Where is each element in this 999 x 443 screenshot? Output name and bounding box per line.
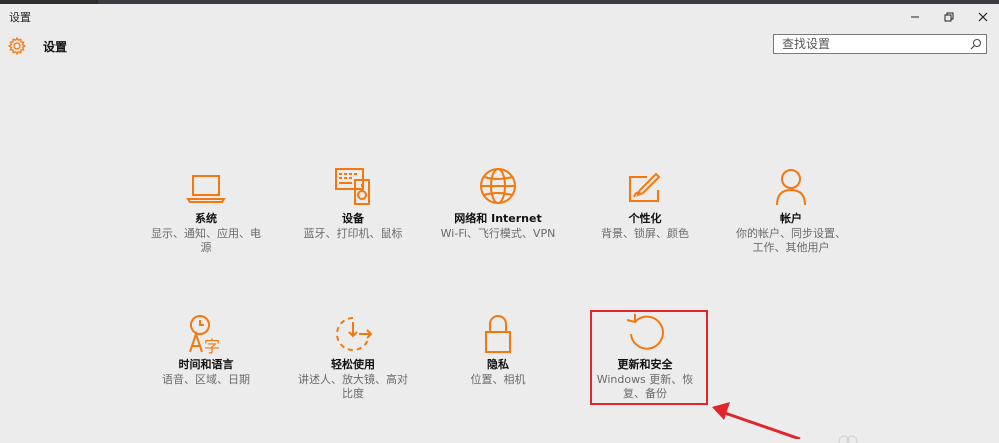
close-icon [978, 12, 988, 22]
tile-name: 轻松使用 [331, 358, 375, 371]
tile-privacy[interactable]: 隐私 位置、相机 [434, 312, 562, 387]
laptop-icon [186, 175, 226, 203]
watermark-icon [838, 435, 858, 443]
person-icon [776, 169, 806, 206]
tile-update-security[interactable]: 更新和安全 Windows 更新、恢复、备份 [581, 312, 709, 401]
page-title: 设置 [43, 40, 68, 54]
lock-icon [485, 315, 511, 353]
tile-name: 系统 [195, 212, 217, 225]
tile-personalization[interactable]: 个性化 背景、锁屏、颜色 [581, 166, 709, 241]
tile-description: 背景、锁屏、颜色 [601, 227, 689, 240]
ease-of-access-icon [336, 317, 373, 351]
tile-name: 个性化 [628, 212, 662, 225]
tile-description: 位置、相机 [470, 373, 526, 386]
tile-name: 时间和语言 [178, 358, 234, 371]
tile-accounts[interactable]: 帐户 你的帐户、同步设置、工作、其他用户 [727, 166, 855, 255]
tile-name: 隐私 [487, 358, 509, 371]
tile-description: 你的帐户、同步设置、工作、其他用户 [736, 227, 846, 254]
tile-ease-of-access[interactable]: 轻松使用 讲述人、放大镜、高对比度 [289, 312, 417, 401]
gear-icon [7, 36, 27, 56]
tile-description: 语音、区域、日期 [162, 373, 250, 386]
tile-name: 设备 [342, 212, 364, 225]
tile-description: Windows 更新、恢复、备份 [596, 373, 694, 400]
svg-text:字: 字 [204, 337, 220, 356]
search-icon[interactable] [970, 38, 982, 50]
tile-name: 更新和安全 [617, 358, 673, 371]
title-bar: 设置 [0, 4, 999, 28]
tile-description: 讲述人、放大镜、高对比度 [298, 373, 408, 400]
restore-icon [944, 12, 954, 22]
tile-description: Wi-Fi、飞行模式、VPN [440, 227, 556, 240]
minimize-icon [911, 16, 919, 18]
search-box[interactable] [773, 34, 987, 54]
search-input[interactable] [774, 35, 968, 53]
tile-network[interactable]: 网络和 Internet Wi-Fi、飞行模式、VPN [434, 166, 562, 241]
update-icon [626, 314, 664, 350]
tile-system[interactable]: 系统 显示、通知、应用、电源 [142, 166, 270, 255]
tile-devices[interactable]: 设备 蓝牙、打印机、鼠标 [289, 166, 417, 241]
tile-description: 显示、通知、应用、电源 [151, 227, 261, 254]
close-button[interactable] [966, 7, 999, 27]
tile-description: 蓝牙、打印机、鼠标 [303, 227, 403, 240]
maximize-button[interactable] [932, 7, 966, 27]
globe-icon [480, 168, 516, 204]
paint-icon [629, 172, 661, 202]
window-title: 设置 [9, 11, 31, 24]
devices-icon [335, 168, 370, 205]
tile-time-language[interactable]: 字 时间和语言 语音、区域、日期 [142, 312, 270, 387]
time-language-icon: 字 [189, 315, 220, 356]
minimize-button[interactable] [898, 7, 932, 27]
tile-name: 网络和 Internet [454, 212, 542, 225]
tile-name: 帐户 [780, 212, 802, 225]
